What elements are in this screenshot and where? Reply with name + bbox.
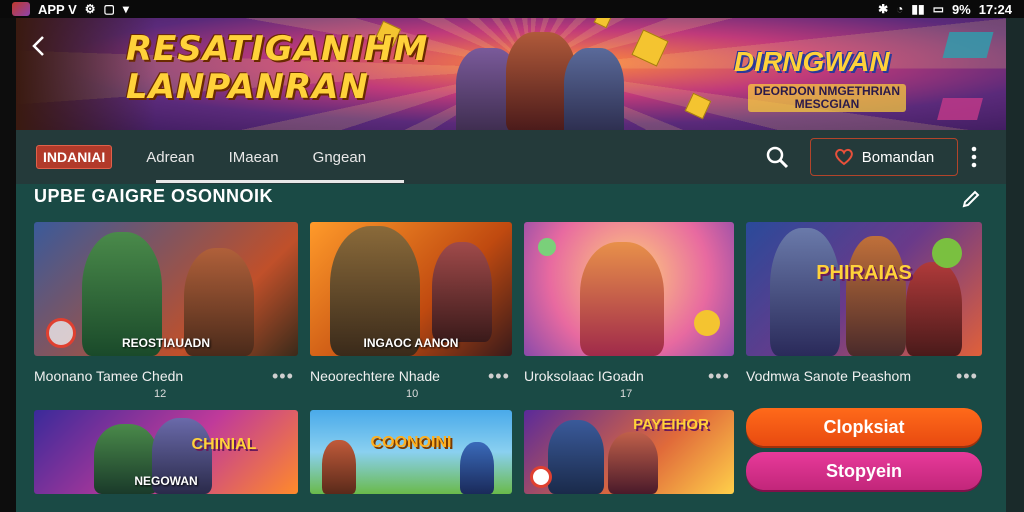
coin-icon <box>694 310 720 336</box>
badge-sub-line2: MESCGIAN <box>794 97 860 111</box>
more-options-button[interactable] <box>966 142 982 172</box>
edit-button[interactable] <box>960 188 982 210</box>
no-entry-icon <box>530 466 552 488</box>
game-title[interactable]: Uroksolaac IGoadn <box>524 368 644 384</box>
game-card-thumbnail[interactable] <box>524 222 734 356</box>
banner-decor-shape <box>942 32 994 58</box>
game-card-thumbnail[interactable]: CHINIAL NEGOWAN <box>34 410 298 494</box>
section-title: UPBE GAIGRE OSONNOIK <box>34 186 274 206</box>
wifi-icon: ◔ <box>896 2 904 16</box>
tab-gngean[interactable]: Gngean <box>313 149 366 166</box>
character-figure <box>608 432 658 494</box>
gem-icon <box>932 238 962 268</box>
thumb-title: CHINIAL <box>191 436 257 453</box>
card-more-icon[interactable]: ••• <box>956 366 978 387</box>
thumb-title: PHIRAIAS <box>816 262 912 285</box>
banner-title-line1: RESATIGANIHM <box>126 29 429 69</box>
status-app-label: APP V <box>38 1 77 17</box>
status-bar: APP V ⚙ ▢ ▾ ✱ ◔ ▮▮ ▭ 9% 17:24 <box>0 0 1024 18</box>
game-card-thumbnail[interactable]: REOSTIAUADN <box>34 222 298 356</box>
bottom-row-edge <box>16 502 1006 512</box>
secondary-cta-button[interactable]: Stopyein <box>746 452 982 490</box>
character-figure <box>322 440 356 494</box>
thumb-label: NEGOWAN <box>134 474 198 488</box>
game-count: 10 <box>406 388 419 400</box>
pencil-icon <box>962 190 980 208</box>
tab-adrean[interactable]: Adrean <box>146 149 194 166</box>
game-card-thumbnail[interactable]: PAYEIHOR <box>524 410 734 494</box>
search-icon <box>766 146 789 169</box>
card-more-icon[interactable]: ••• <box>708 366 730 387</box>
banner-title: RESATIGANIHM LANPANRAN <box>126 30 428 106</box>
battery-icon: ▭ <box>932 2 944 16</box>
card-more-icon[interactable]: ••• <box>488 366 510 387</box>
square-icon: ▢ <box>103 2 115 16</box>
status-time: 17:24 <box>978 1 1012 17</box>
character-figure <box>770 228 840 356</box>
shirt-icon: ▾ <box>122 2 129 16</box>
character-figure <box>846 236 906 356</box>
favorites-label: Bomandan <box>861 148 935 166</box>
thumb-title: PAYEIHOR <box>633 416 709 433</box>
character-figure <box>906 262 962 356</box>
bluetooth-icon: ✱ <box>878 2 889 16</box>
tab-imaean[interactable]: IMaean <box>229 149 279 166</box>
game-card-thumbnail[interactable]: INGAOC AANON <box>310 222 512 356</box>
banner-decor-shape <box>937 98 983 120</box>
top-nav: INDANIAI Adrean IMaean Gngean Bomandan <box>16 130 1006 184</box>
more-vertical-icon <box>971 146 977 168</box>
thumb-label: REOSTIAUADN <box>121 336 210 350</box>
app-icon <box>12 2 30 16</box>
character-figure <box>432 242 492 342</box>
hero-banner[interactable]: RESATIGANIHM LANPANRAN DIRNGWAN DEORDON … <box>16 18 1006 130</box>
thumb-label: INGAOC AANON <box>363 336 459 350</box>
badge-subtitle: DEORDON NMGETHRIAN MESCGIAN <box>748 84 906 112</box>
gem-icon <box>538 238 556 256</box>
tab-active-indicator <box>156 180 404 183</box>
favorites-button[interactable]: Bomandan <box>810 138 958 176</box>
game-title[interactable]: Neoorechtere Nhade <box>310 368 440 384</box>
character-figure <box>548 420 604 494</box>
chevron-left-icon <box>32 36 44 56</box>
tab-category-chip[interactable]: INDANIAI <box>36 145 113 169</box>
settings-icon: ⚙ <box>84 2 96 16</box>
game-title[interactable]: Moonano Tamee Chedn <box>34 368 183 384</box>
card-more-icon[interactable]: ••• <box>272 366 294 387</box>
game-count: 12 <box>154 388 167 400</box>
back-button[interactable] <box>26 32 50 60</box>
banner-title-line2: LANPANRAN <box>126 67 369 107</box>
adjacent-panel-edge <box>1006 18 1024 512</box>
hero-character <box>564 48 624 130</box>
badge-title: DIRNGWAN <box>734 46 890 77</box>
character-figure <box>460 442 494 494</box>
character-figure <box>580 242 664 356</box>
search-button[interactable] <box>764 144 790 170</box>
game-title[interactable]: Vodmwa Sanote Peashom <box>746 368 911 384</box>
heart-icon <box>834 148 853 166</box>
thumb-title: COONOINI <box>370 434 452 451</box>
game-count: 17 <box>620 388 633 400</box>
primary-cta-button[interactable]: Clopksiat <box>746 408 982 446</box>
battery-percent: 9% <box>951 1 971 17</box>
game-card-thumbnail[interactable]: COONOINI <box>310 410 512 494</box>
app-frame: RESATIGANIHM LANPANRAN DIRNGWAN DEORDON … <box>16 18 1006 512</box>
promo-badge: DIRNGWAN DEORDON NMGETHRIAN MESCGIAN <box>734 36 934 118</box>
game-card-thumbnail[interactable]: PHIRAIAS <box>746 222 982 356</box>
signal-icon: ▮▮ <box>911 2 925 16</box>
